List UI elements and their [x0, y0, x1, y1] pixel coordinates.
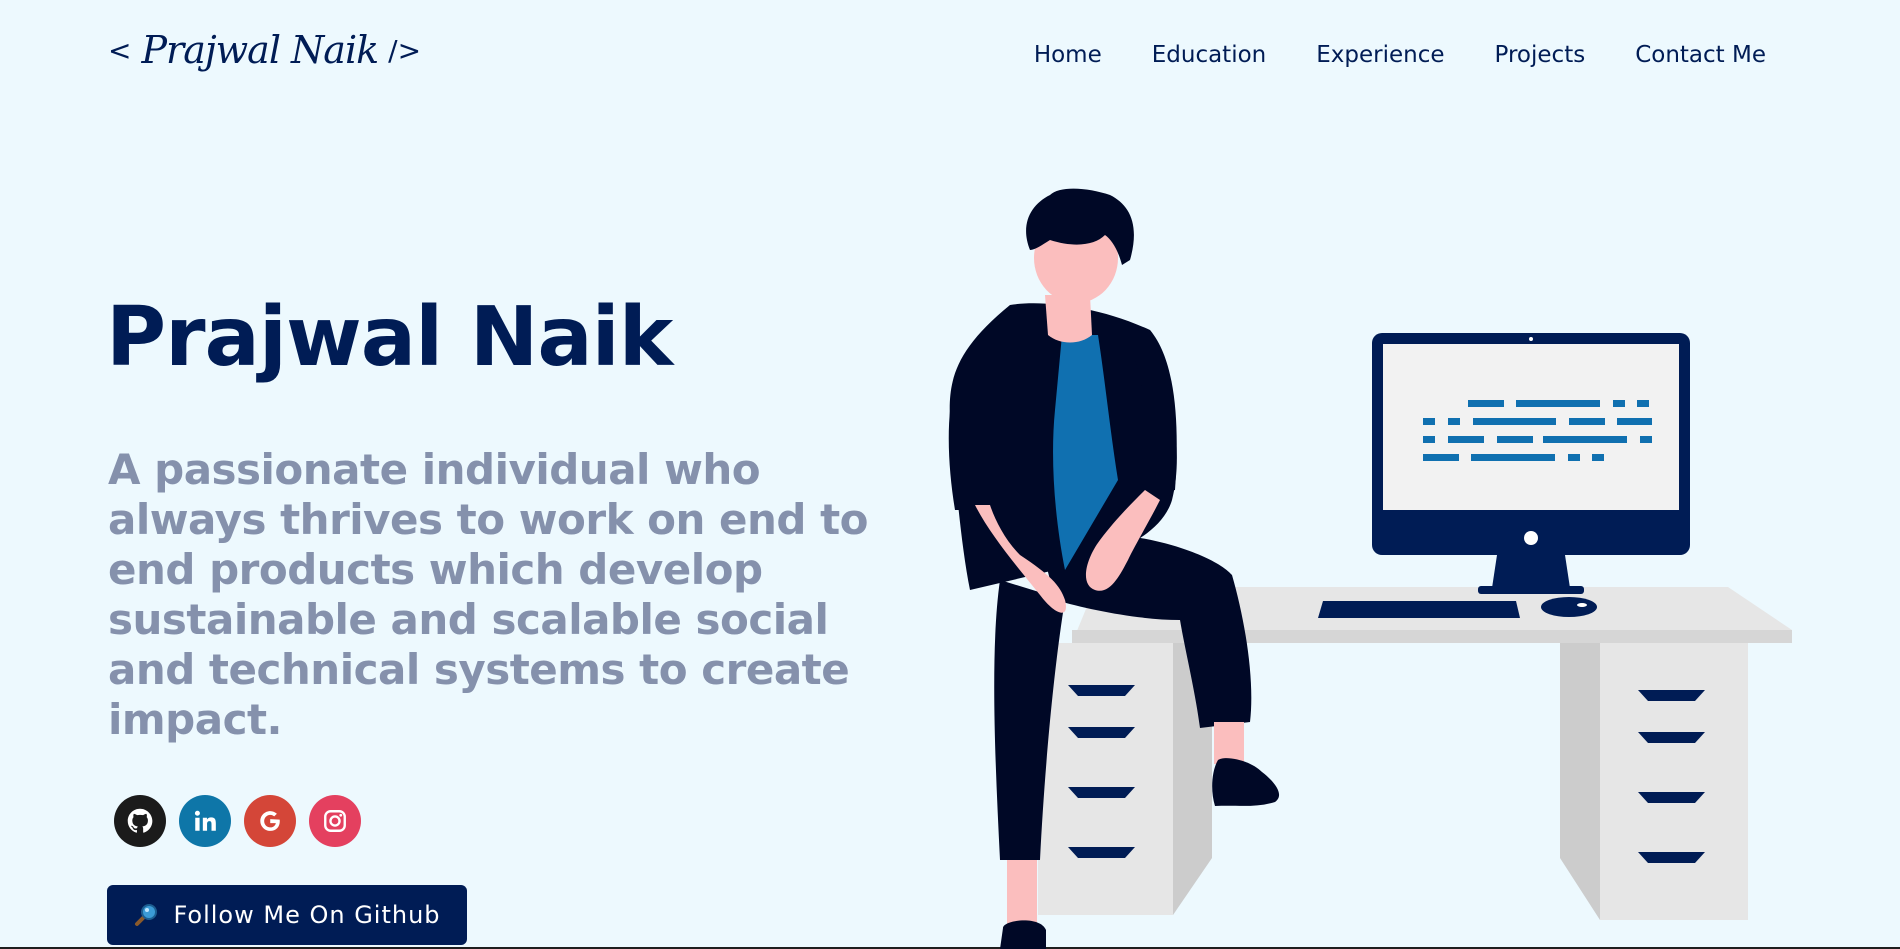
developer-illustration — [948, 188, 1792, 949]
mouse — [1541, 597, 1597, 617]
desk-drawer-right — [1600, 643, 1748, 920]
page: < Prajwal Naik /> Home Education Experie… — [0, 0, 1900, 949]
keyboard — [1318, 601, 1520, 618]
desk-drawer-left — [1038, 643, 1173, 915]
